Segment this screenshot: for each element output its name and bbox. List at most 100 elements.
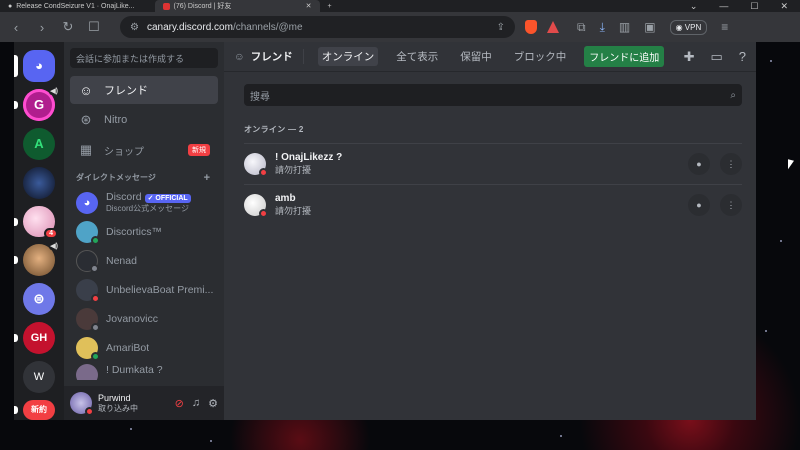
new-badge: 新規: [188, 144, 210, 156]
server-face[interactable]: ◀): [14, 242, 59, 277]
page-title: ☺ フレンド: [234, 49, 304, 64]
friend-row[interactable]: amb 請勿打擾 ● ⋮: [244, 184, 742, 225]
search-icon: ⌕: [730, 89, 736, 101]
user-panel: Purwind 取り込み中 ⊘ ♫ ⚙: [64, 386, 224, 420]
user-status: 取り込み中: [98, 403, 138, 413]
dm-name: AmariBot: [106, 341, 150, 354]
speaker-icon: ◀): [49, 86, 59, 95]
user-avatar[interactable]: [70, 392, 94, 416]
avatar: [76, 336, 100, 361]
browser-tab-discord[interactable]: (76) Discord | 好友 ✕: [154, 0, 320, 12]
mouse-cursor-icon: [788, 159, 794, 171]
mention-badge: 4: [44, 228, 58, 240]
dm-header-label: ダイレクトメッセージ: [76, 173, 156, 182]
mute-mic-icon[interactable]: ⊘: [175, 397, 184, 410]
discord-logo-icon: ◕: [35, 58, 43, 74]
server-initial: W: [33, 371, 45, 384]
close-tab-icon[interactable]: ✕: [306, 2, 312, 10]
status-online-icon: [91, 351, 100, 361]
tab-blocked[interactable]: ブロック中: [510, 47, 571, 66]
home-button[interactable]: ◕: [14, 50, 55, 82]
server-initial: 新約: [31, 405, 47, 415]
dm-item-discortics[interactable]: Discortics™: [70, 217, 218, 246]
browser-tab-release[interactable]: ● Release CondSeizure V1 · OnajLike...: [0, 0, 143, 12]
back-icon[interactable]: ‹: [8, 20, 24, 35]
add-friend-button[interactable]: フレンドに追加: [584, 46, 665, 67]
site-info-icon[interactable]: ⚙: [130, 22, 139, 33]
create-dm-button[interactable]: +: [204, 172, 210, 184]
sidebar-toggle-icon[interactable]: ▥: [619, 20, 630, 34]
brave-rewards-icon[interactable]: [547, 21, 559, 33]
dm-item-dumkata[interactable]: ! Dumkata ?: [70, 362, 218, 380]
tab-title: (76) Discord | 好友: [173, 3, 232, 10]
server-o[interactable]: ⊜: [23, 283, 55, 316]
vpn-button[interactable]: ◉ VPN: [669, 19, 708, 35]
sidebar-item-nitro[interactable]: ⊛ Nitro: [70, 106, 218, 134]
headphones-icon[interactable]: ♫: [192, 397, 200, 410]
server-a[interactable]: A: [23, 127, 55, 160]
tab-pending[interactable]: 保留中: [456, 47, 496, 66]
tab-online[interactable]: オンライン: [317, 47, 379, 66]
downloads-icon[interactable]: ⤓: [600, 20, 605, 35]
new-tab-button[interactable]: +: [320, 0, 340, 12]
status-online-icon: [91, 235, 100, 245]
new-group-dm-icon[interactable]: ✚: [684, 49, 695, 65]
server-w[interactable]: W: [23, 361, 55, 394]
more-options-icon[interactable]: ⋮: [720, 194, 742, 216]
tab-all[interactable]: 全て表示: [392, 47, 442, 66]
dm-item-jovanovicc[interactable]: Jovanovicc: [70, 304, 218, 333]
forward-icon[interactable]: ›: [34, 20, 50, 35]
server-gh[interactable]: GH: [14, 322, 55, 355]
more-options-icon[interactable]: ⋮: [720, 153, 742, 175]
inbox-icon[interactable]: ▭: [710, 49, 722, 65]
vpn-label: VPN: [684, 22, 702, 32]
nitro-icon: ⊛: [80, 112, 92, 127]
server-initial: GH: [30, 332, 48, 345]
github-icon: ●: [8, 2, 13, 10]
server-anime[interactable]: 4: [14, 205, 58, 240]
message-icon[interactable]: ●: [688, 153, 710, 175]
friends-icon: ☺: [234, 50, 245, 63]
settings-gear-icon[interactable]: ⚙: [208, 397, 218, 410]
minimize-icon[interactable]: —: [719, 1, 728, 12]
friend-row[interactable]: ! OnajLikezz ? 請勿打擾 ● ⋮: [244, 143, 742, 184]
avatar: [76, 364, 98, 380]
extensions-icon[interactable]: ⧉: [577, 20, 586, 35]
window-dropdown-icon[interactable]: ⌄: [690, 1, 698, 12]
help-icon[interactable]: ?: [739, 49, 746, 65]
share-icon[interactable]: ⇪: [497, 22, 505, 33]
dm-name-row: Discord ✓ OFFICIAL: [106, 191, 191, 203]
friends-search-input[interactable]: 搜尋 ⌕: [244, 84, 742, 106]
dm-sidebar: 会話に参加または作成する ☺ フレンド ⊛ Nitro ▦ ショップ 新規 ダイ…: [64, 42, 224, 420]
dm-item-discord[interactable]: ◕ Discord ✓ OFFICIAL Discord公式メッセージ: [70, 188, 218, 217]
close-window-icon[interactable]: ✕: [780, 1, 788, 12]
dm-search-input[interactable]: 会話に参加または作成する: [70, 48, 218, 68]
dm-item-amaribot[interactable]: AmariBot: [70, 333, 218, 362]
wallet-icon[interactable]: ▣: [644, 20, 655, 34]
friends-icon: ☺: [79, 82, 93, 98]
friend-name: amb: [275, 193, 296, 204]
status-offline-icon: [90, 263, 99, 273]
user-name: Purwind: [98, 392, 131, 403]
server-dark[interactable]: [23, 166, 55, 199]
menu-icon[interactable]: ≡: [721, 20, 728, 34]
server-g[interactable]: G ◀): [14, 86, 59, 121]
url-host: canary.discord.com: [146, 21, 233, 33]
bookmark-icon[interactable]: ☐: [86, 19, 102, 35]
server-list: ◕ G ◀) A 4 ◀) ⊜ GH W 新約: [14, 42, 64, 420]
sidebar-item-friends[interactable]: ☺ フレンド: [70, 76, 218, 104]
server-new[interactable]: 新約: [14, 400, 55, 420]
sidebar-item-shop[interactable]: ▦ ショップ 新規: [70, 136, 218, 164]
message-icon[interactable]: ●: [688, 194, 710, 216]
brave-shields-icon[interactable]: [525, 20, 537, 34]
url-text: canary.discord.com/channels/@me: [147, 22, 303, 33]
url-field[interactable]: ⚙ canary.discord.com/channels/@me ⇪: [120, 16, 515, 38]
dm-name: UnbelievaBoat Premi...: [106, 283, 214, 296]
dm-item-nenad[interactable]: Nenad: [70, 246, 218, 275]
dm-item-unbelievaboat[interactable]: UnbelievaBoat Premi...: [70, 275, 218, 304]
sidebar-item-label: フレンド: [104, 85, 148, 97]
dm-name: Nenad: [106, 254, 137, 267]
maximize-icon[interactable]: ☐: [750, 1, 758, 12]
server-initial: A: [34, 136, 44, 152]
reload-icon[interactable]: ↻: [60, 19, 76, 35]
